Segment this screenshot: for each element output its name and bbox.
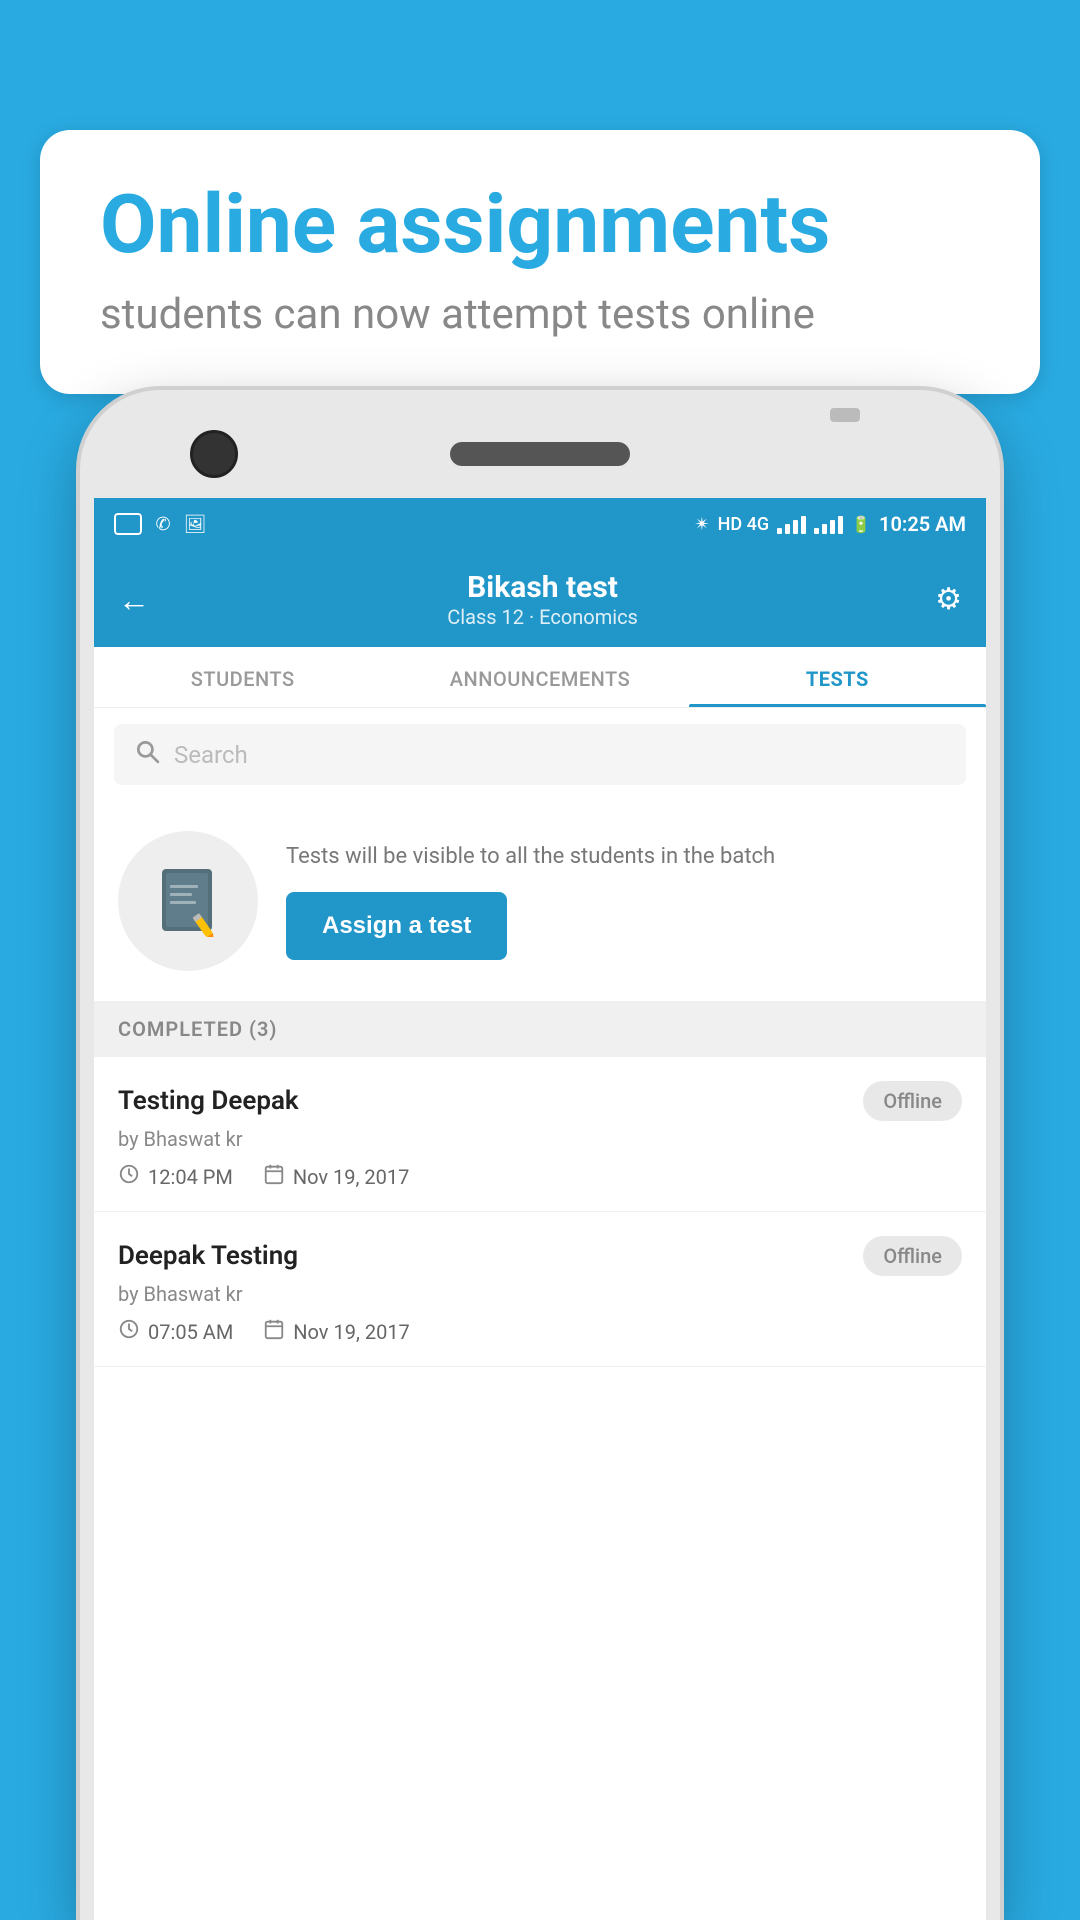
calendar-icon-2 (263, 1318, 285, 1346)
whatsapp-icon: ✆ (152, 513, 174, 535)
test-time-value-1: 12:04 PM (148, 1165, 233, 1189)
signal-bar-6 (822, 524, 827, 534)
test-time-value-2: 07:05 AM (148, 1320, 233, 1344)
test-date-value-1: Nov 19, 2017 (293, 1165, 410, 1189)
completed-header: COMPLETED (3) (94, 1001, 986, 1057)
test-item-header-2: Deepak Testing Offline (118, 1236, 962, 1276)
status-bar-left: ✆ 🖼 (114, 513, 206, 535)
time-display: 10:25 AM (879, 512, 966, 536)
tabs-container: STUDENTS ANNOUNCEMENTS TESTS (94, 647, 986, 708)
assign-content: Tests will be visible to all the student… (286, 842, 962, 961)
phone-speaker (450, 442, 630, 466)
signal-bar-2 (785, 524, 790, 534)
status-badge-2: Offline (863, 1236, 962, 1276)
phone-home-area (830, 408, 860, 422)
tab-students[interactable]: STUDENTS (94, 647, 391, 707)
signal-bar-1 (777, 528, 782, 534)
phone-camera (190, 430, 238, 478)
class-subtitle: Class 12 · Economics (447, 605, 638, 629)
signal-bar-5 (814, 528, 819, 534)
app-bar-title: Bikash test Class 12 · Economics (447, 570, 638, 629)
tab-announcements[interactable]: ANNOUNCEMENTS (391, 647, 688, 707)
tab-tests[interactable]: TESTS (689, 647, 986, 707)
signal-bar-7 (830, 520, 835, 534)
signal-bar-3 (793, 520, 798, 534)
status-bar-right: ✴ HD 4G 🔋 10:25 AM (695, 512, 967, 536)
assign-description: Tests will be visible to all the student… (286, 842, 962, 873)
test-item-2: Deepak Testing Offline by Bhaswat kr 07:… (94, 1212, 986, 1367)
signal-bar-4 (801, 516, 806, 534)
bubble-subtitle: students can now attempt tests online (100, 290, 980, 339)
status-bar: ✆ 🖼 ✴ HD 4G 🔋 10:25 (94, 498, 986, 550)
phone-frame: ✆ 🖼 ✴ HD 4G 🔋 10:25 (80, 390, 1000, 1920)
search-placeholder: Search (174, 741, 248, 769)
assign-test-button[interactable]: Assign a test (286, 892, 507, 960)
test-meta-2: 07:05 AM Nov 19, 2017 (118, 1318, 962, 1346)
notebook-icon (154, 865, 222, 937)
network-label: HD 4G (718, 514, 770, 535)
bubble-title: Online assignments (100, 180, 980, 270)
test-name-1: Testing Deepak (118, 1086, 299, 1116)
search-container: Search (94, 708, 986, 801)
test-icon-circle (118, 831, 258, 971)
test-author-1: by Bhaswat kr (118, 1127, 962, 1151)
test-time-2: 07:05 AM (118, 1318, 233, 1346)
test-author-2: by Bhaswat kr (118, 1282, 962, 1306)
test-time-1: 12:04 PM (118, 1163, 233, 1191)
status-badge-1: Offline (863, 1081, 962, 1121)
test-date-value-2: Nov 19, 2017 (293, 1320, 410, 1344)
test-meta-1: 12:04 PM Nov 19, 2017 (118, 1163, 962, 1191)
image-icon: 🖼 (184, 513, 206, 535)
app-bar: ← Bikash test Class 12 · Economics ⚙ (94, 550, 986, 647)
class-name: Bikash test (447, 570, 638, 605)
signal-bars (777, 514, 806, 534)
back-button[interactable]: ← (118, 581, 150, 619)
clock-icon-1 (118, 1163, 140, 1191)
test-name-2: Deepak Testing (118, 1241, 298, 1271)
signal-bars-2 (814, 514, 843, 534)
signal-bar-8 (838, 516, 843, 534)
test-item-header: Testing Deepak Offline (118, 1081, 962, 1121)
test-date-2: Nov 19, 2017 (263, 1318, 410, 1346)
phone-screen: ✆ 🖼 ✴ HD 4G 🔋 10:25 (94, 498, 986, 1920)
test-date-1: Nov 19, 2017 (263, 1163, 410, 1191)
search-icon (134, 738, 160, 771)
app-icon-1 (114, 513, 142, 535)
battery-icon: 🔋 (851, 515, 871, 534)
search-box[interactable]: Search (114, 724, 966, 785)
assign-section: Tests will be visible to all the student… (94, 801, 986, 1001)
clock-icon-2 (118, 1318, 140, 1346)
settings-button[interactable]: ⚙ (935, 582, 962, 617)
bluetooth-icon: ✴ (695, 514, 710, 535)
calendar-icon-1 (263, 1163, 285, 1191)
speech-bubble: Online assignments students can now atte… (40, 130, 1040, 394)
test-item: Testing Deepak Offline by Bhaswat kr 12:… (94, 1057, 986, 1212)
